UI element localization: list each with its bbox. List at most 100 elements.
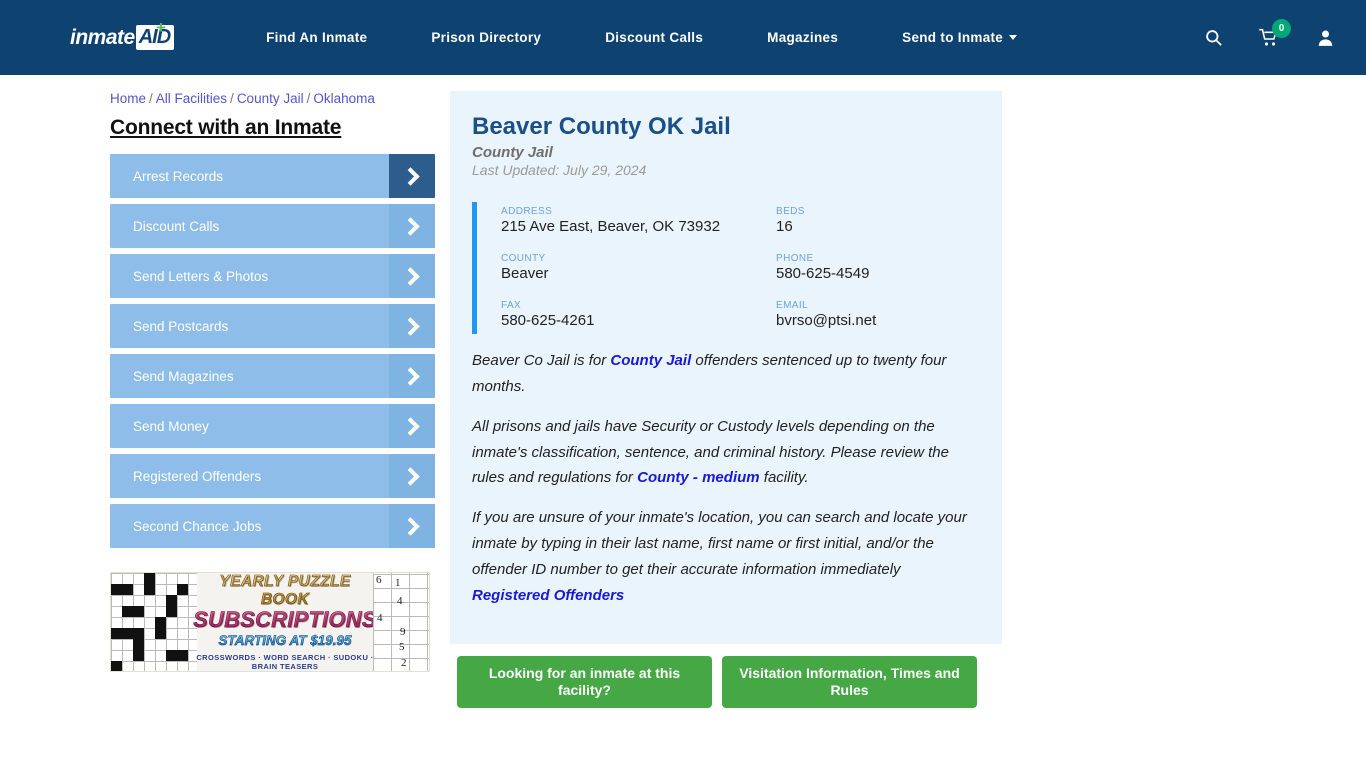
- chevron-right-icon: [389, 304, 435, 348]
- chevron-right-icon: [389, 404, 435, 448]
- detail-label: PHONE: [776, 252, 814, 264]
- chevron-down-icon: [1009, 35, 1018, 40]
- chevron-right-icon: [389, 354, 435, 398]
- detail-label: COUNTY: [501, 252, 546, 264]
- sidebar-item-registered-offenders[interactable]: Registered Offenders: [110, 454, 435, 498]
- looking-for-inmate-button[interactable]: Looking for an inmate at this facility?: [457, 656, 712, 709]
- breadcrumb-separator: /: [230, 91, 234, 106]
- nav-label: Magazines: [767, 30, 839, 45]
- ad-line-1: YEARLY PUZZLE BOOK: [193, 573, 377, 609]
- description-paragraph-2: All prisons and jails have Security or C…: [472, 414, 980, 491]
- detail-label: EMAIL: [776, 299, 809, 311]
- detail-value: 16: [776, 218, 793, 235]
- breadcrumb-item-oklahoma[interactable]: Oklahoma: [313, 91, 375, 106]
- nav-item-send-to-inmate[interactable]: Send to Inmate: [870, 20, 1049, 55]
- nav-item-prison-directory[interactable]: Prison Directory: [399, 20, 573, 55]
- breadcrumb-separator: /: [149, 91, 153, 106]
- para2-text-b: facility.: [759, 469, 809, 487]
- sudoku-graphic: 6 1 4 4 9 5 2: [373, 573, 429, 671]
- breadcrumb: Home / All Facilities / County Jail / Oklahoma: [110, 91, 440, 106]
- sidebar-item-send-magazines[interactable]: Send Magazines: [110, 354, 435, 398]
- sudoku-digit: 6: [376, 574, 382, 586]
- para1-text-a: Beaver Co Jail is for: [472, 352, 611, 370]
- sidebar-item-second-chance-jobs[interactable]: Second Chance Jobs: [110, 504, 435, 548]
- sidebar-menu: Arrest Records Discount Calls Send Lette…: [110, 154, 435, 548]
- puzzle-book-ad-banner[interactable]: YEARLY PUZZLE BOOK SUBSCRIPTIONS STARTIN…: [110, 572, 430, 672]
- facility-info-card: Beaver County OK Jail County Jail Last U…: [450, 91, 1002, 645]
- header-icon-group: 0: [1200, 18, 1346, 51]
- detail-value: 580-625-4261: [501, 311, 595, 329]
- chevron-right-icon: [389, 204, 435, 248]
- sidebar-item-label: Discount Calls: [133, 218, 220, 234]
- site-logo[interactable]: inmate AID +: [70, 19, 175, 53]
- detail-beds: BEDS 16: [776, 206, 980, 237]
- breadcrumb-separator: /: [306, 91, 311, 106]
- description-paragraph-3: If you are unsure of your inmate's locat…: [472, 505, 980, 608]
- sidebar-item-send-letters-photos[interactable]: Send Letters & Photos: [110, 254, 435, 298]
- chevron-right-icon: [389, 504, 435, 548]
- detail-label: ADDRESS: [501, 206, 553, 217]
- left-sidebar-column: Home / All Facilities / County Jail / Oklahoma…: [0, 91, 440, 708]
- nav-label: Prison Directory: [431, 30, 542, 45]
- para1-link-county-jail[interactable]: County Jail: [610, 352, 691, 369]
- ad-line-2: SUBSCRIPTIONS: [193, 607, 377, 632]
- site-header: inmate AID + Find An Inmate Prison Direc…: [0, 0, 1366, 75]
- action-button-row: Looking for an inmate at this facility? …: [450, 656, 1366, 709]
- nav-label: Discount Calls: [605, 30, 704, 45]
- page-title: Beaver County OK Jail: [472, 113, 731, 140]
- breadcrumb-item-all-facilities[interactable]: All Facilities: [156, 91, 227, 106]
- detail-value: 215 Ave East, Beaver, OK 73932: [501, 218, 721, 235]
- nav-item-magazines[interactable]: Magazines: [735, 20, 870, 55]
- sidebar-item-label: Send Letters & Photos: [133, 268, 269, 284]
- sidebar-item-send-money[interactable]: Send Money: [110, 404, 435, 448]
- nav-item-discount-calls[interactable]: Discount Calls: [573, 20, 735, 55]
- detail-value: Beaver: [501, 264, 549, 282]
- breadcrumb-item-county-jail[interactable]: County Jail: [237, 91, 304, 106]
- chevron-right-icon: [389, 254, 435, 298]
- sidebar-item-label: Send Magazines: [133, 368, 234, 384]
- nav-label: Send to Inmate: [902, 30, 1004, 45]
- detail-county: COUNTY Beaver: [501, 253, 776, 284]
- nav-label: Find An Inmate: [266, 30, 368, 45]
- logo-word-aid: AID: [135, 25, 175, 50]
- ad-line-3: STARTING AT $19.95: [218, 633, 352, 649]
- sidebar-item-label: Send Postcards: [133, 318, 229, 334]
- para3-text: If you are unsure of your inmate's locat…: [472, 509, 967, 578]
- detail-value: 580-625-4549: [776, 264, 870, 282]
- sudoku-digit: 2: [401, 657, 407, 669]
- sidebar-item-arrest-records[interactable]: Arrest Records: [110, 154, 435, 198]
- page-body: Home / All Facilities / County Jail / Oklahoma…: [0, 75, 1366, 709]
- sudoku-digit: 4: [377, 612, 383, 624]
- sidebar-item-label: Send Money: [133, 418, 209, 434]
- detail-label: FAX: [501, 299, 522, 311]
- logo-word-inmate: inmate: [70, 25, 135, 49]
- ad-text-block: YEARLY PUZZLE BOOK SUBSCRIPTIONS STARTIN…: [193, 573, 377, 671]
- main-navigation: Find An Inmate Prison Directory Discount…: [234, 20, 1200, 55]
- visitation-info-button[interactable]: Visitation Information, Times and Rules: [722, 656, 977, 709]
- para2-link-county-medium[interactable]: County - medium: [637, 469, 760, 486]
- shopping-cart-icon[interactable]: 0: [1256, 18, 1291, 51]
- detail-label: BEDS: [776, 206, 805, 217]
- sidebar-item-discount-calls[interactable]: Discount Calls: [110, 204, 435, 248]
- sudoku-digit: 9: [400, 626, 406, 638]
- user-account-icon[interactable]: [1312, 25, 1338, 51]
- para3-link-registered-offenders[interactable]: Registered Offenders: [472, 587, 624, 604]
- cart-count-badge: 0: [1272, 18, 1291, 38]
- nav-item-find-an-inmate[interactable]: Find An Inmate: [234, 20, 399, 55]
- crossword-graphic: [111, 573, 197, 671]
- sidebar-item-send-postcards[interactable]: Send Postcards: [110, 304, 435, 348]
- detail-phone: PHONE 580-625-4549: [776, 253, 980, 284]
- breadcrumb-item-home[interactable]: Home: [110, 91, 146, 106]
- facility-last-updated: Last Updated: July 29, 2024: [472, 162, 647, 178]
- logo-plus-icon: +: [156, 17, 166, 37]
- facility-details-grid: ADDRESS 215 Ave East, Beaver, OK 73932 B…: [472, 202, 980, 335]
- detail-value: bvrso@ptsi.net: [776, 311, 877, 329]
- detail-address: ADDRESS 215 Ave East, Beaver, OK 73932: [501, 206, 776, 237]
- sudoku-digit: 5: [399, 641, 405, 653]
- ad-line-4: CROSSWORDS · WORD SEARCH · SUDOKU · BRAI…: [196, 653, 374, 671]
- sidebar-item-label: Arrest Records: [133, 168, 224, 184]
- search-icon[interactable]: [1200, 25, 1226, 51]
- sidebar-item-label: Registered Offenders: [133, 468, 262, 484]
- sudoku-digit: 1: [395, 577, 401, 589]
- detail-email: EMAIL bvrso@ptsi.net: [776, 300, 980, 331]
